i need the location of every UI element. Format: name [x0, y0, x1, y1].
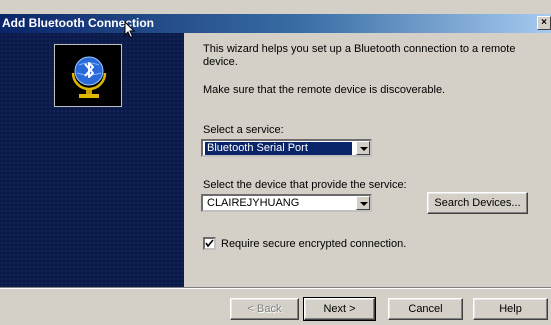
wizard-content: This wizard helps you set up a Bluetooth… — [184, 33, 551, 287]
secure-connection-checkbox[interactable] — [203, 237, 216, 250]
chevron-down-icon[interactable] — [356, 196, 370, 210]
wizard-sidebar — [0, 33, 184, 287]
device-label: Select the device that provide the servi… — [203, 179, 407, 191]
intro-text: This wizard helps you set up a Bluetooth… — [203, 43, 516, 68]
service-label: Select a service: — [203, 124, 284, 136]
close-button[interactable]: × — [537, 16, 551, 30]
help-button[interactable]: Help — [473, 298, 548, 320]
checkmark-icon — [205, 239, 214, 248]
device-select[interactable]: CLAIREJYHUANG — [201, 194, 372, 212]
service-selected-value: Bluetooth Serial Port — [205, 142, 352, 155]
next-button[interactable]: Next > — [303, 297, 376, 321]
chevron-down-icon[interactable] — [356, 141, 370, 155]
search-devices-button[interactable]: Search Devices... — [427, 192, 528, 214]
bluetooth-globe-icon — [54, 44, 122, 107]
wizard-footer: < Back Next > Cancel Help — [0, 289, 551, 325]
service-select[interactable]: Bluetooth Serial Port — [201, 139, 372, 157]
mouse-cursor-icon — [124, 21, 136, 39]
secure-connection-label: Require secure encrypted connection. — [221, 238, 407, 250]
title-bar[interactable]: Add Bluetooth Connection × — [0, 14, 551, 33]
back-button[interactable]: < Back — [230, 298, 299, 320]
device-selected-value: CLAIREJYHUANG — [207, 197, 300, 209]
discoverable-text: Make sure that the remote device is disc… — [203, 84, 446, 96]
bluetooth-wizard-window: Add Bluetooth Connection × This wizard h… — [0, 0, 551, 325]
cancel-button[interactable]: Cancel — [388, 298, 463, 320]
